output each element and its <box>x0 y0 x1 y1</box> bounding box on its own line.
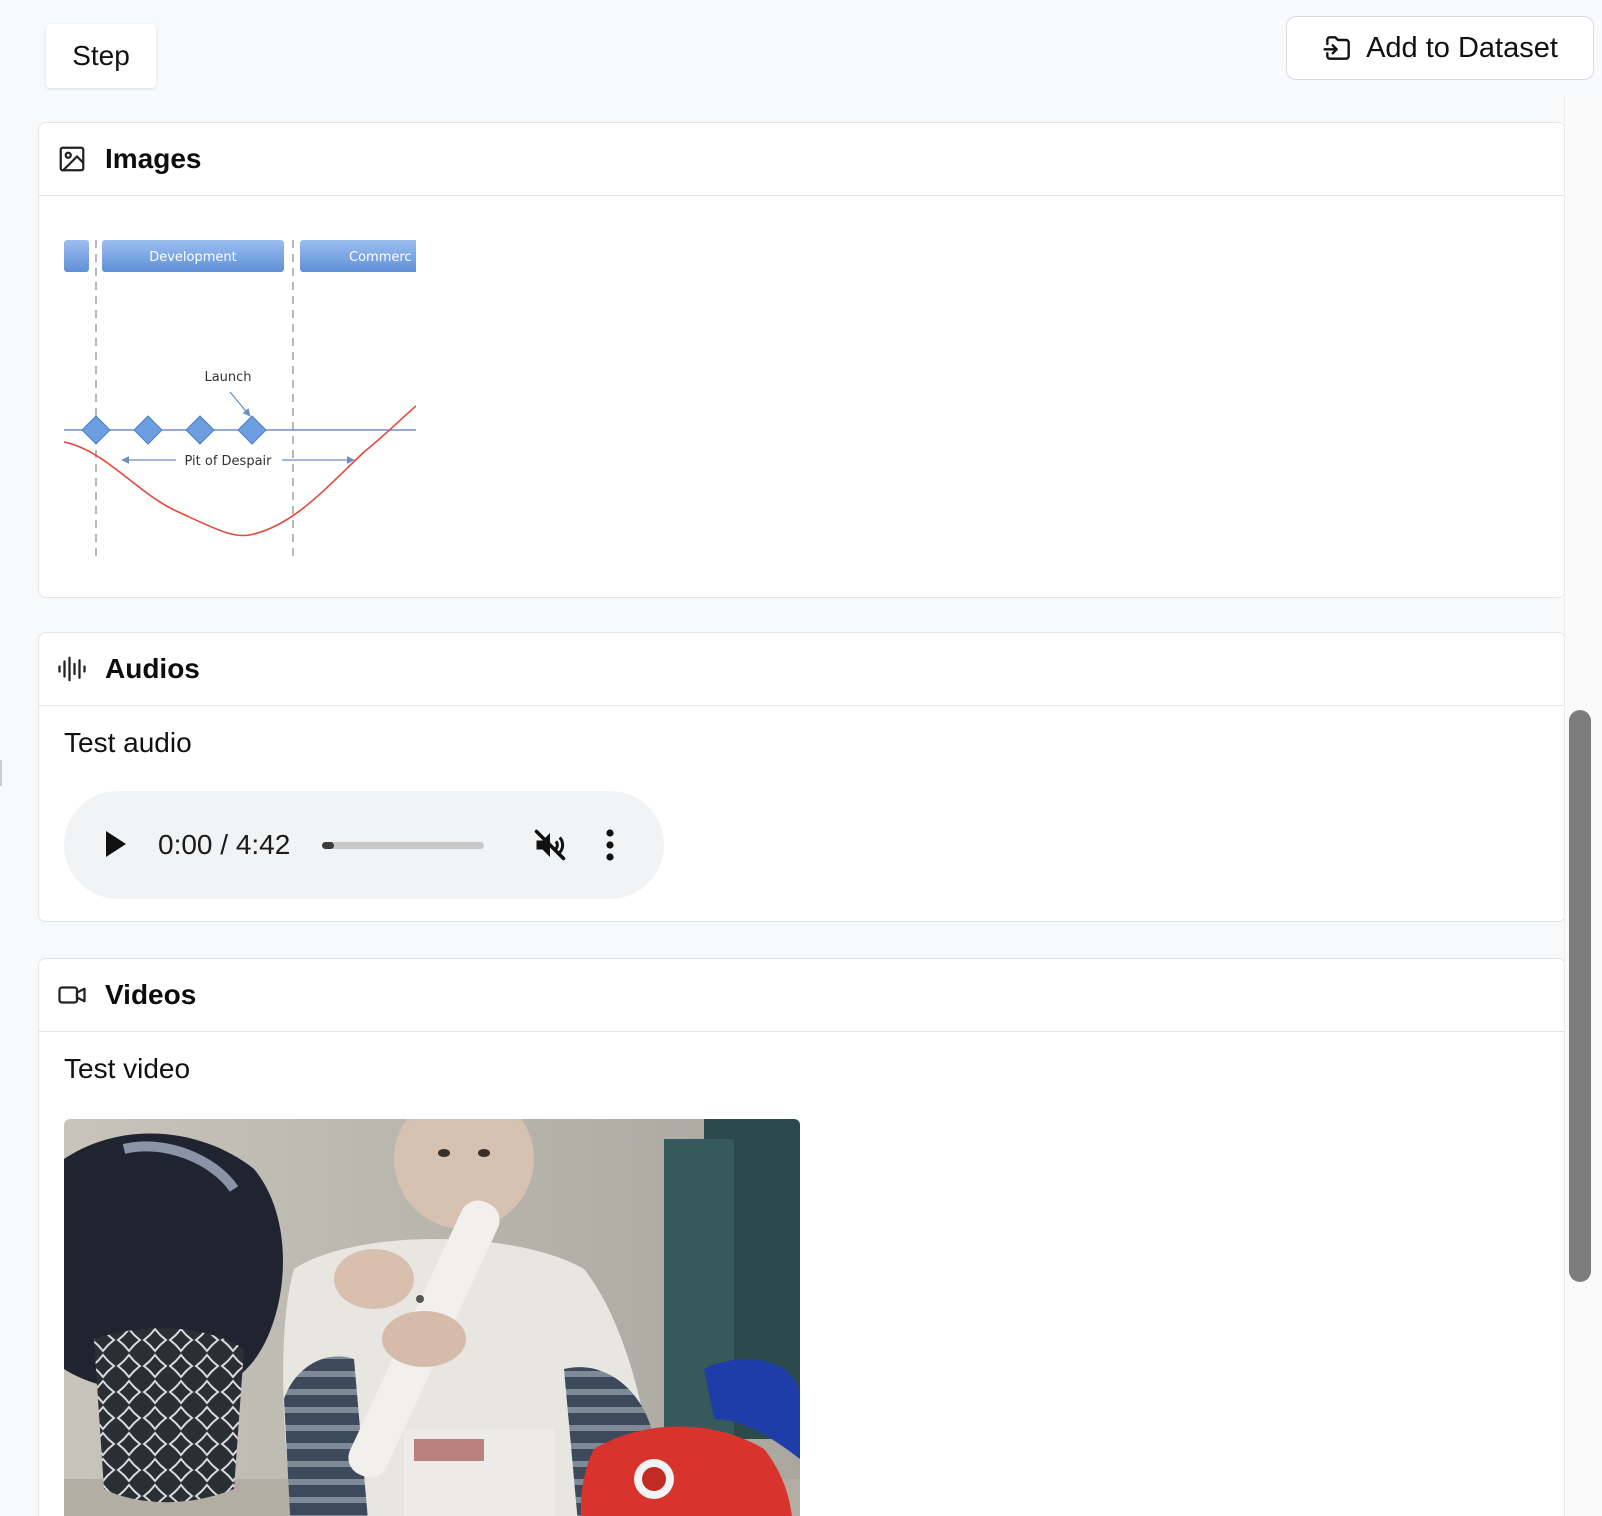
audio-progress-fill <box>322 842 334 849</box>
product-lifecycle-diagram-image[interactable]: Development Commerc Launch Pit of Despai… <box>64 240 416 558</box>
images-section: Images Development Commerc Launch Pit of… <box>38 122 1566 598</box>
audio-item-label: Test audio <box>64 727 192 758</box>
audio-time-display: 0:00 / 4:42 <box>158 829 291 860</box>
left-edge-marker <box>0 760 2 786</box>
step-content[interactable]: Images Development Commerc Launch Pit of… <box>38 96 1602 1516</box>
page: Step Add to Dataset Images Development C… <box>0 0 1602 1516</box>
video-item-label: Test video <box>64 1053 191 1084</box>
pit-of-despair-label: Pit of Despair <box>184 454 272 469</box>
add-to-dataset-button[interactable]: Add to Dataset <box>1286 16 1594 80</box>
muted-speaker-icon[interactable] <box>532 827 568 863</box>
image-icon <box>59 146 85 172</box>
tab-step-label: Step <box>72 40 130 71</box>
tab-step[interactable]: Step <box>46 24 156 88</box>
audio-progress-slider[interactable] <box>322 842 484 849</box>
page-scrollbar-thumb[interactable] <box>1569 710 1591 1282</box>
more-options-icon[interactable] <box>604 827 616 863</box>
videos-section-title: Videos <box>105 979 197 1010</box>
audios-section-header: Audios <box>39 633 1565 706</box>
play-icon[interactable] <box>104 829 128 859</box>
audio-player[interactable]: 0:00 / 4:42 <box>64 791 664 899</box>
videos-section: Videos Test video <box>38 958 1566 1516</box>
audio-waveform-icon <box>58 656 86 682</box>
audios-section: Audios Test audio 0:00 / 4:42 <box>38 632 1566 922</box>
launch-label: Launch <box>204 370 251 385</box>
video-camera-icon <box>58 986 86 1004</box>
video-player[interactable] <box>64 1119 800 1516</box>
add-to-folder-icon <box>1323 36 1350 60</box>
audios-section-title: Audios <box>105 653 200 684</box>
phase-label-commercial: Commerc <box>349 250 412 265</box>
phase-label-development: Development <box>149 250 237 265</box>
images-section-title: Images <box>105 143 202 174</box>
videos-section-header: Videos <box>39 959 1565 1032</box>
images-section-header: Images <box>39 123 1565 196</box>
add-to-dataset-label: Add to Dataset <box>1366 31 1558 64</box>
